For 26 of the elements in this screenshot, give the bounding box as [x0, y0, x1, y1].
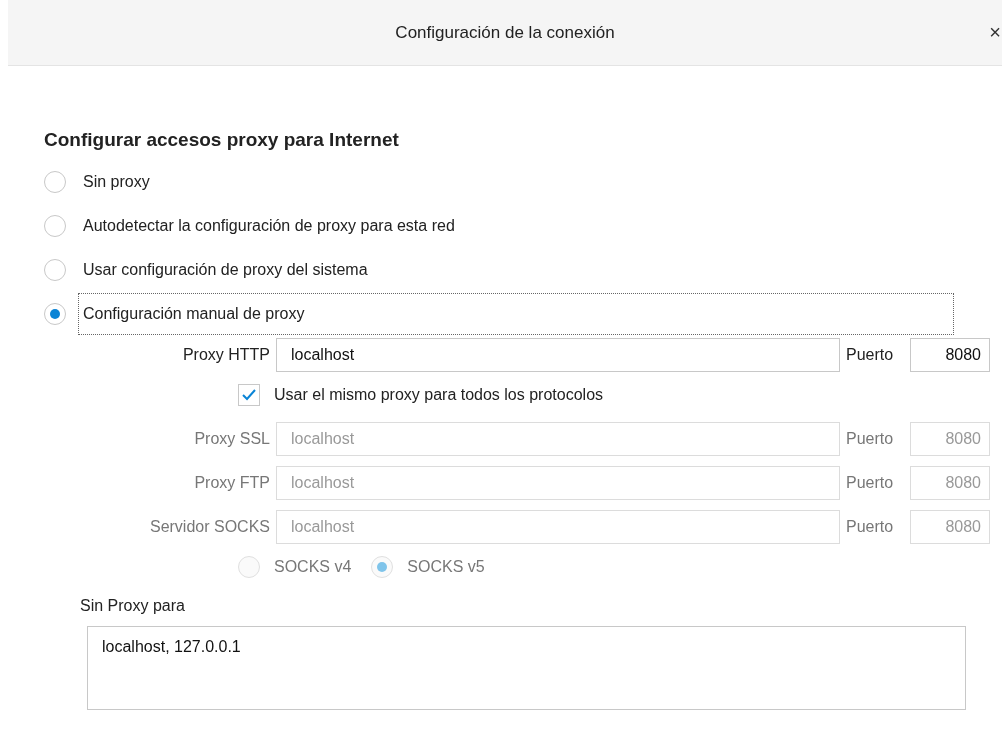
checkbox[interactable]	[238, 384, 260, 406]
radio-label[interactable]: Autodetectar la configuración de proxy para esta red	[78, 205, 460, 247]
port-field[interactable]: 8080	[910, 338, 990, 372]
checkbox-label[interactable]: Usar el mismo proxy para todos los protocolos	[274, 383, 604, 407]
radio-label[interactable]: Sin proxy	[78, 161, 155, 203]
radio-button[interactable]	[44, 259, 66, 281]
radio-label[interactable]: Usar configuración de proxy del sistema	[78, 249, 373, 291]
host-field[interactable]: localhost	[276, 338, 840, 372]
no-proxy-field[interactable]: localhost, 127.0.0.1	[87, 626, 966, 710]
window-title: Configuración de la conexión	[395, 21, 615, 44]
radio-button[interactable]	[44, 303, 66, 325]
port-label: Puerto	[846, 345, 895, 365]
field-label: Servidor SOCKS	[148, 517, 271, 537]
field-label: Proxy HTTP	[181, 345, 271, 365]
field-label: Proxy SSL	[193, 429, 271, 449]
check-icon	[242, 389, 256, 401]
radio-label[interactable]: Configuración manual de proxy	[78, 293, 954, 335]
port-label: Puerto	[846, 429, 895, 449]
field-label: Proxy FTP	[193, 473, 271, 493]
close-button[interactable]: ×	[988, 20, 1002, 44]
port-label: Puerto	[846, 517, 895, 537]
port-label: Puerto	[846, 473, 895, 493]
radio-button[interactable]	[44, 171, 66, 193]
field-label: Sin Proxy para	[80, 596, 186, 616]
radio-button[interactable]	[44, 215, 66, 237]
section-heading: Configurar accesos proxy para Internet	[44, 128, 400, 152]
